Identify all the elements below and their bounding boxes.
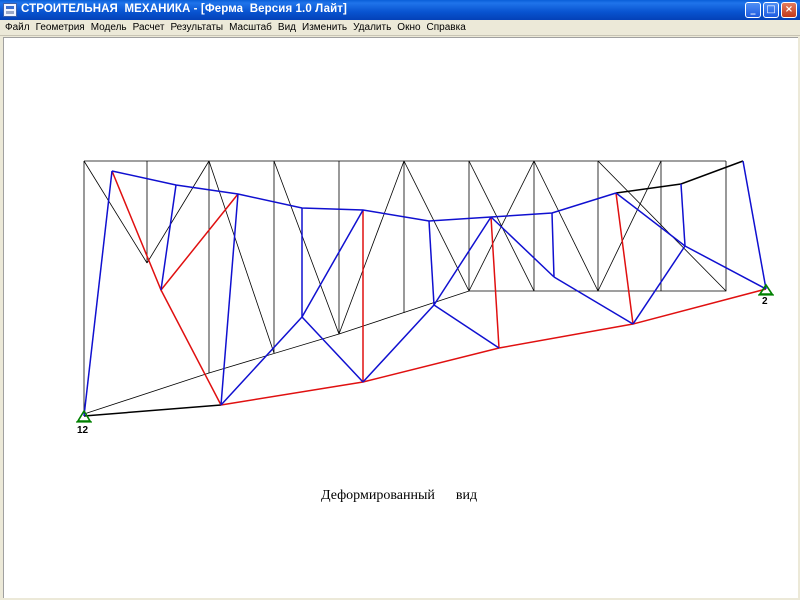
deformed-blue-members [83, 160, 767, 417]
drawing-area[interactable]: 12 2 Деформированный вид [3, 37, 798, 598]
node-label-12: 12 [77, 425, 89, 436]
minimize-button[interactable]: _ [745, 2, 761, 18]
truss-canvas[interactable]: 12 2 [4, 38, 799, 599]
menu-help[interactable]: Справка [424, 20, 469, 36]
menu-edit[interactable]: Изменить [299, 20, 350, 36]
app-icon[interactable] [3, 3, 17, 17]
menu-geometry[interactable]: Геометрия [33, 20, 88, 36]
menu-bar: Файл Геометрия Модель Расчет Результаты … [0, 20, 800, 36]
node-label-2: 2 [762, 296, 768, 307]
menu-scale[interactable]: Масштаб [226, 20, 275, 36]
menu-calculation[interactable]: Расчет [130, 20, 168, 36]
menu-view[interactable]: Вид [275, 20, 299, 36]
deformed-black-members [83, 160, 744, 417]
undeformed-truss [83, 160, 727, 415]
menu-model[interactable]: Модель [88, 20, 130, 36]
title-bar: СТРОИТЕЛЬНАЯ МЕХАНИКА - [Ферма Версия 1.… [0, 0, 800, 20]
close-button[interactable]: × [781, 2, 797, 18]
menu-delete[interactable]: Удалить [350, 20, 394, 36]
view-caption: Деформированный вид [321, 488, 478, 503]
menu-file[interactable]: Файл [2, 20, 33, 36]
maximize-button[interactable]: □ [763, 2, 779, 18]
menu-results[interactable]: Результаты [167, 20, 226, 36]
menu-window[interactable]: Окно [394, 20, 423, 36]
deformed-red-members [111, 170, 767, 406]
window-title: СТРОИТЕЛЬНАЯ МЕХАНИКА - [Ферма Версия 1.… [21, 3, 347, 15]
